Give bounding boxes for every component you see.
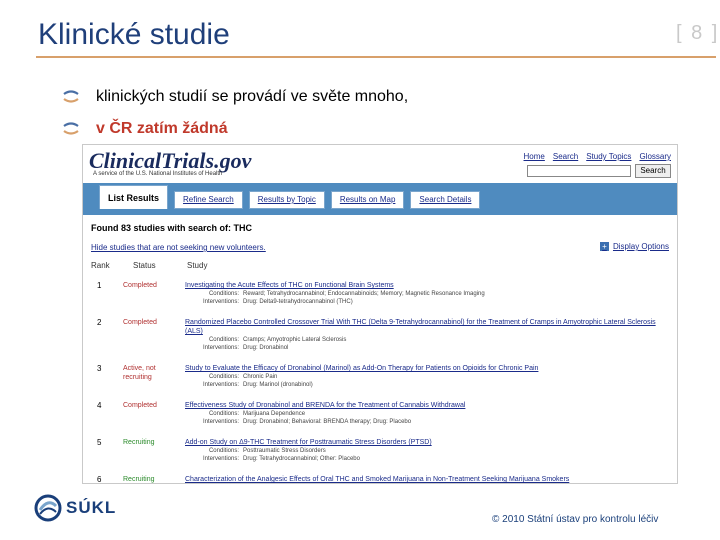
tab-refine-search[interactable]: Refine Search (174, 191, 243, 209)
row-rank: 6 (97, 475, 102, 484)
row-status: Completed (123, 282, 157, 289)
row-status: Recruiting (123, 439, 155, 446)
display-options-link[interactable]: + Display Options (599, 242, 669, 251)
tab-list-results[interactable]: List Results (99, 185, 169, 209)
tab-search-details[interactable]: Search Details (410, 191, 481, 209)
row-rank: 4 (97, 401, 102, 410)
hide-closed-studies-link[interactable]: Hide studies that are not seeking new vo… (91, 243, 266, 252)
study-interventions: Interventions: Drug: Dronabinol (202, 345, 289, 351)
column-header-rank: Rank (91, 261, 110, 270)
row-study: Add-on Study on Δ9-THC Treatment for Pos… (185, 438, 675, 463)
column-header-study: Study (187, 261, 208, 270)
nav-link-glossary[interactable]: Glossary (639, 152, 671, 161)
table-row: 5 Recruiting Add-on Study on Δ9-THC Trea… (83, 436, 677, 472)
row-study: Effectiveness Study of Dronabinol and BR… (185, 401, 675, 426)
row-status: Recruiting (123, 476, 155, 483)
nav-link-study-topics[interactable]: Study Topics (586, 152, 631, 161)
copyright-footer: © 2010 Státní ústav pro kontrolu léčiv (492, 514, 659, 525)
row-status: Completed (123, 319, 157, 326)
sukl-emblem-icon (34, 494, 62, 522)
nav-link-search[interactable]: Search (553, 152, 578, 161)
search-input[interactable] (527, 165, 631, 177)
row-rank: 3 (97, 364, 102, 373)
study-interventions: Interventions: Drug: Delta9-tetrahydrocan… (202, 299, 353, 305)
row-study: Characterization of the Analgesic Effect… (185, 475, 675, 483)
result-tabs: List Results Refine Search Results by To… (99, 185, 481, 209)
study-conditions: Conditions: Cramps; Amyotrophic Lateral S… (208, 337, 347, 343)
row-status: Completed (123, 402, 157, 409)
nav-link-home[interactable]: Home (524, 152, 545, 161)
study-conditions: Conditions: Chronic Pain (208, 374, 278, 380)
column-header-status: Status (133, 261, 156, 270)
table-row: 3 Active, not recruiting Study to Evalua… (83, 362, 677, 398)
row-study: Randomized Placebo Controlled Crossover … (185, 318, 675, 352)
study-title-link[interactable]: Add-on Study on Δ9-THC Treatment for Pos… (185, 438, 675, 447)
title-divider (36, 56, 716, 58)
row-study: Study to Evaluate the Efficacy of Dronab… (185, 364, 675, 389)
bullet-item-2: v ČR zatím žádná (62, 120, 228, 138)
table-row: 2 Completed Randomized Placebo Controlle… (83, 316, 677, 360)
bullet-text: v ČR zatím žádná (96, 120, 228, 137)
row-rank: 5 (97, 438, 102, 447)
page-number: [ 8 ] (676, 22, 720, 44)
row-rank: 1 (97, 281, 102, 290)
study-conditions: Conditions: Posttraumatic Stress Disorder… (208, 448, 326, 454)
ct-top-nav: Home Search Study Topics Glossary (524, 152, 671, 161)
study-title-link[interactable]: Characterization of the Analgesic Effect… (185, 475, 675, 483)
table-row: 4 Completed Effectiveness Study of Drona… (83, 399, 677, 435)
swirl-bullet-icon (63, 90, 79, 103)
study-interventions: Interventions: Drug: Dronabinol; Behavior… (202, 419, 412, 425)
sukl-logo: SÚKL (34, 494, 116, 522)
study-title-link[interactable]: Effectiveness Study of Dronabinol and BR… (185, 401, 675, 410)
bullet-text: klinických studií se provádí ve světe mn… (96, 88, 409, 105)
row-study: Investigating the Acute Effects of THC o… (185, 281, 675, 306)
plus-icon: + (599, 242, 609, 251)
ct-tagline: A service of the U.S. National Institute… (93, 171, 223, 177)
row-status: Active, not recruiting (123, 365, 156, 381)
swirl-bullet-icon (63, 122, 79, 135)
row-rank: 2 (97, 318, 102, 327)
slide-title: Klinické studie (38, 18, 230, 51)
sukl-logo-text: SÚKL (66, 498, 117, 517)
study-title-link[interactable]: Study to Evaluate the Efficacy of Dronab… (185, 364, 675, 373)
tab-results-on-map[interactable]: Results on Map (330, 191, 405, 209)
table-row: 1 Completed Investigating the Acute Effe… (83, 279, 677, 315)
study-conditions: Conditions: Reward; Tetrahydrocannabinol;… (208, 291, 485, 297)
study-interventions: Interventions: Drug: Tetrahydrocannabinol… (202, 456, 360, 462)
tab-results-by-topic[interactable]: Results by Topic (248, 191, 325, 209)
clinicaltrials-screenshot: ClinicalTrials.gov A service of the U.S.… (82, 144, 678, 484)
search-button[interactable]: Search (635, 164, 671, 178)
study-title-link[interactable]: Randomized Placebo Controlled Crossover … (185, 318, 675, 336)
study-interventions: Interventions: Drug: Marinol (dronabinol) (202, 382, 313, 388)
study-title-link[interactable]: Investigating the Acute Effects of THC o… (185, 281, 675, 290)
study-conditions: Conditions: Marijuana Dependence (208, 411, 306, 417)
table-row: 6 Recruiting Characterization of the Ana… (83, 473, 677, 484)
bullet-item-1: klinických studií se provádí ve světe mn… (62, 88, 408, 106)
display-options-label: Display Options (612, 242, 669, 251)
results-count: Found 83 studies with search of: THC (91, 223, 253, 233)
